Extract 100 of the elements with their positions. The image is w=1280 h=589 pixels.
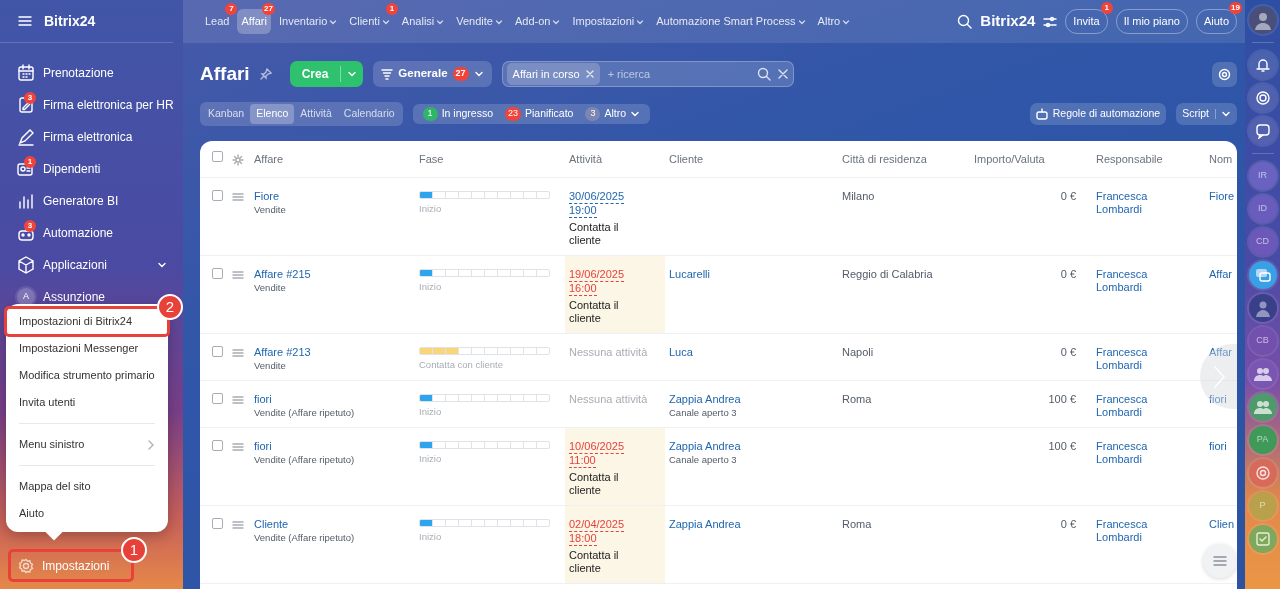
view-tab[interactable]: Elenco — [250, 104, 295, 124]
contact-avatar[interactable]: CB — [1248, 327, 1277, 355]
activity-date[interactable]: 02/04/2025 — [569, 517, 625, 532]
nav-tab[interactable]: Analisi — [397, 9, 449, 34]
search-field[interactable]: Affari in corso + ricerca — [501, 61, 794, 87]
activity-time[interactable]: 18:00 — [569, 531, 597, 546]
activity-date[interactable]: 19/06/2025 — [569, 267, 625, 282]
bell-icon[interactable] — [1254, 57, 1271, 73]
nav-tab[interactable]: Automazione Smart Process — [652, 9, 810, 34]
nav-tab[interactable]: Add-on — [510, 9, 565, 34]
menu-item[interactable]: Modifica strumento primario — [6, 362, 168, 389]
user-avatar[interactable] — [1248, 6, 1277, 34]
view-tab[interactable]: Attività — [294, 104, 338, 124]
row-checkbox[interactable] — [212, 392, 223, 404]
activity-time[interactable]: 19:00 — [569, 203, 597, 218]
select-all-checkbox[interactable] — [212, 150, 223, 162]
chat-avatar[interactable] — [1248, 360, 1277, 388]
sidebar-item[interactable]: Dipendenti — [43, 160, 101, 178]
nav-tab[interactable]: Impostazioni — [568, 9, 649, 34]
chat-icon[interactable] — [1254, 123, 1271, 139]
menu-item[interactable]: Impostazioni Messenger — [6, 335, 168, 362]
client-link[interactable]: Zappia Andrea — [669, 517, 741, 530]
settings-button[interactable] — [1212, 61, 1237, 87]
menu-item[interactable]: Aiuto — [6, 500, 168, 527]
owner-link[interactable]: Francesca Lombardi — [1096, 439, 1166, 466]
owner-link[interactable]: Francesca Lombardi — [1096, 267, 1166, 294]
contact-avatar[interactable] — [1248, 294, 1277, 322]
chat-avatar[interactable] — [1248, 459, 1277, 487]
client-link[interactable]: Zappia Andrea — [669, 392, 741, 405]
menu-item[interactable]: Menu sinistro — [6, 431, 168, 458]
menu-item[interactable]: Mappa del sito — [6, 473, 168, 500]
row-checkbox[interactable] — [212, 267, 223, 279]
deal-link[interactable]: Affare #213 — [254, 345, 311, 358]
deal-link[interactable]: fiori — [254, 392, 272, 405]
sidebar-item[interactable]: Applicazioni — [43, 256, 108, 274]
nav-tab[interactable]: Vendite — [452, 9, 507, 34]
client-link[interactable]: Lucarelli — [669, 267, 710, 280]
owner-link[interactable]: Francesca Lombardi — [1096, 392, 1166, 419]
sidebar-item[interactable]: Generatore BI — [43, 192, 119, 210]
activity-date[interactable]: 10/06/2025 — [569, 439, 625, 454]
view-tab[interactable]: Kanban — [202, 104, 251, 124]
sidebar-item[interactable]: Prenotazione — [43, 64, 114, 82]
sidebar-item[interactable]: Firma elettronica — [43, 128, 133, 146]
sidebar-item[interactable]: Automazione — [43, 224, 114, 242]
search-input[interactable]: + ricerca — [605, 64, 751, 84]
contact-avatar[interactable]: CD — [1248, 228, 1277, 256]
name-link[interactable]: fiori — [1209, 439, 1227, 452]
deal-link[interactable]: Cliente — [254, 517, 289, 530]
drag-handle-icon[interactable] — [232, 347, 244, 358]
sliders-icon[interactable] — [1043, 15, 1058, 28]
activity-time[interactable]: 16:00 — [569, 281, 597, 296]
drag-handle-icon[interactable] — [232, 519, 244, 530]
search-icon[interactable] — [756, 67, 771, 81]
row-checkbox[interactable] — [212, 517, 223, 529]
menu-item[interactable]: Invita utenti — [6, 389, 168, 416]
client-link[interactable]: Zappia Andrea — [669, 439, 741, 452]
chat-avatar[interactable] — [1248, 261, 1277, 289]
nav-tab[interactable]: Inventario — [274, 9, 342, 34]
nav-tab[interactable]: Altro — [813, 9, 855, 34]
name-link[interactable]: Fiore — [1209, 189, 1235, 202]
client-link[interactable]: Luca — [669, 345, 693, 358]
activity-date[interactable]: 30/06/2025 — [569, 189, 625, 204]
counter-label[interactable]: Pianificato — [525, 106, 574, 122]
drag-handle-icon[interactable] — [232, 269, 244, 280]
search-icon[interactable] — [957, 14, 973, 29]
deal-link[interactable]: Fiore — [254, 189, 280, 202]
contact-avatar[interactable]: IR — [1248, 162, 1277, 190]
owner-link[interactable]: Francesca Lombardi — [1096, 345, 1166, 372]
activity-time[interactable]: 11:00 — [569, 453, 596, 468]
sidebar-item[interactable]: Assunzione — [43, 288, 106, 306]
owner-link[interactable]: Francesca Lombardi — [1096, 189, 1166, 216]
chevron-down-icon[interactable] — [157, 260, 167, 270]
header-button[interactable]: Il mio piano — [1115, 9, 1188, 34]
deal-link[interactable]: fiori — [254, 439, 272, 452]
remove-icon[interactable] — [585, 70, 594, 78]
counter-label[interactable]: Altro — [604, 106, 627, 122]
filter-button[interactable]: Generale 27 — [373, 61, 492, 87]
drag-handle-icon[interactable] — [232, 191, 244, 202]
name-link[interactable]: Clien — [1209, 517, 1235, 530]
counter-label[interactable]: In ingresso — [441, 106, 493, 122]
owner-link[interactable]: Francesca Lombardi — [1096, 517, 1166, 544]
view-tab[interactable]: Calendario — [337, 104, 401, 124]
row-checkbox[interactable] — [212, 439, 223, 451]
automation-button[interactable]: Regole di automazione — [1029, 103, 1167, 125]
drag-handle-icon[interactable] — [232, 394, 244, 405]
drag-handle-icon[interactable] — [232, 441, 244, 452]
chevron-down-icon[interactable] — [630, 109, 641, 119]
list-button[interactable] — [1203, 544, 1237, 578]
target-icon[interactable] — [1254, 90, 1271, 106]
menu-icon[interactable] — [18, 15, 32, 27]
clear-icon[interactable] — [776, 68, 789, 80]
sidebar-item[interactable]: Firma elettronica per HR — [43, 96, 174, 114]
chat-avatar[interactable] — [1248, 393, 1277, 421]
row-checkbox[interactable] — [212, 189, 223, 201]
contact-avatar[interactable]: ID — [1248, 195, 1277, 223]
script-button[interactable]: Script — [1176, 103, 1237, 125]
pin-icon[interactable] — [259, 68, 272, 80]
name-link[interactable]: Affar — [1209, 267, 1233, 280]
row-checkbox[interactable] — [212, 345, 223, 357]
deal-link[interactable]: Affare #215 — [254, 267, 311, 280]
